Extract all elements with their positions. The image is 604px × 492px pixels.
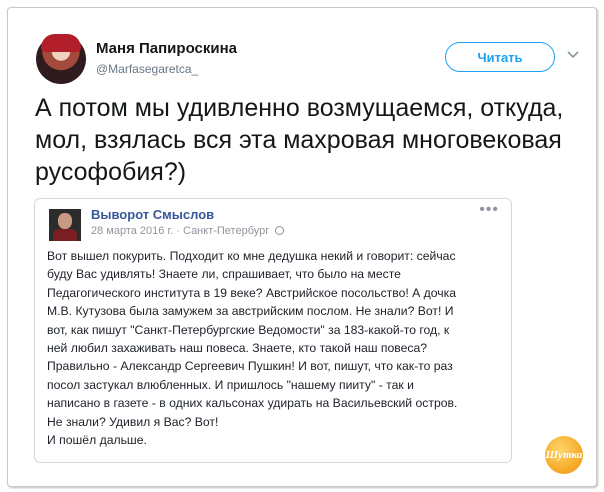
post-date[interactable]: 28 марта 2016 г. xyxy=(91,225,173,237)
author-handle[interactable]: @Marfasegaretca_ xyxy=(96,62,198,76)
author-name[interactable]: Маня Папироскина xyxy=(96,40,237,57)
more-options-icon[interactable]: ••• xyxy=(479,201,499,219)
page-avatar[interactable] xyxy=(49,209,81,241)
page-avatar-face xyxy=(58,213,72,229)
watermark-logo: Шутка xyxy=(545,436,583,474)
embedded-post[interactable]: Выворот Смыслов 28 марта 2016 г. · Санкт… xyxy=(34,198,512,463)
tweet-text: А потом мы удивленно возмущаемся, откуда… xyxy=(35,94,564,186)
post-location[interactable]: Санкт-Петербург xyxy=(183,225,269,237)
post-text: Вот вышел покурить. Подходит ко мне деду… xyxy=(47,249,458,448)
page-avatar-body xyxy=(53,229,77,241)
post-meta: 28 марта 2016 г. · Санкт-Петербург xyxy=(91,225,285,237)
chevron-down-icon[interactable] xyxy=(566,47,580,61)
follow-button[interactable]: Читать xyxy=(445,42,555,72)
author-avatar-hat xyxy=(41,34,81,52)
page-name[interactable]: Выворот Смыслов xyxy=(91,207,214,222)
globe-icon xyxy=(275,226,285,235)
meta-separator: · xyxy=(176,225,183,237)
